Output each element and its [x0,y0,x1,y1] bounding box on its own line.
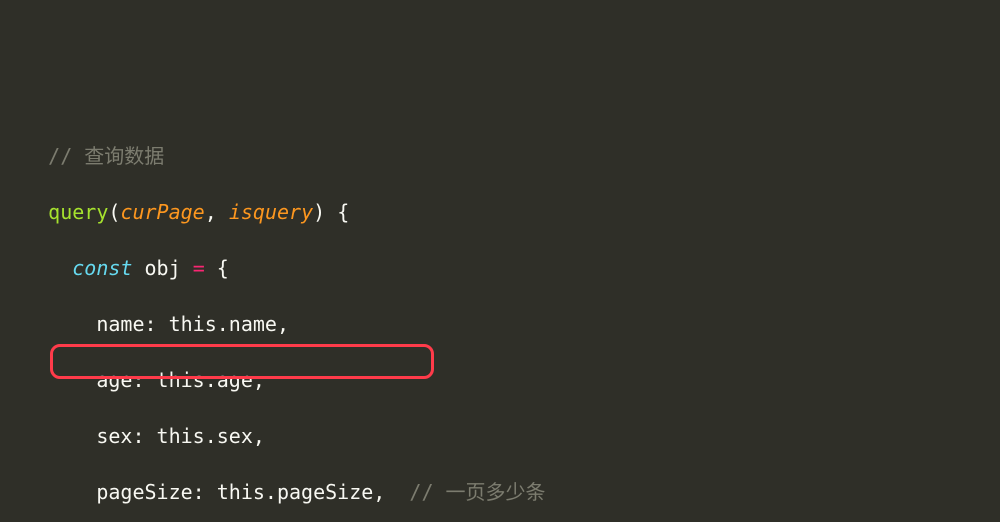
code-line: query(curPage, isquery) { [0,198,1000,226]
param: curPage [120,200,204,224]
code-editor[interactable]: // 查询数据 query(curPage, isquery) { const … [0,112,1000,522]
keyword-const: const [72,256,132,280]
code-line: // 查询数据 [0,142,1000,170]
param: isquery [229,200,313,224]
code-line: age: this.age, [0,366,1000,394]
code-line: name: this.name, [0,310,1000,338]
comment: // 查询数据 [48,144,164,168]
function-name: query [48,200,108,224]
code-line: pageSize: this.pageSize, // 一页多少条 [0,478,1000,506]
code-line: sex: this.sex, [0,422,1000,450]
code-line: const obj = { [0,254,1000,282]
comment: // 一页多少条 [409,480,545,504]
